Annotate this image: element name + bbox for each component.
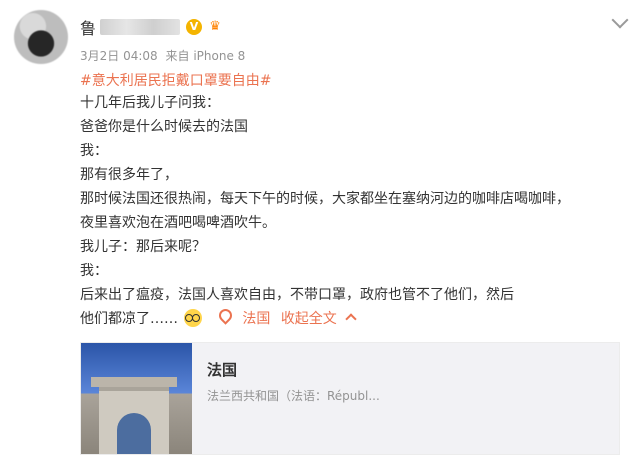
location-link[interactable]: 法国 xyxy=(216,306,275,327)
content-line: 我： xyxy=(80,263,108,279)
collapse-button[interactable]: 收起全文 xyxy=(280,311,357,327)
location-label: 法国 xyxy=(242,311,271,327)
content-line: 我： xyxy=(80,143,108,159)
collapse-label: 收起全文 xyxy=(280,311,337,327)
glasses-emoji-icon xyxy=(184,309,203,327)
post-source: 来自 iPhone 8 xyxy=(165,49,246,63)
card-subtitle: 法兰西共和国（法语：Républ... xyxy=(207,389,380,403)
content-line: 我儿子：那后来呢？ xyxy=(80,239,206,255)
content-last-text: 他们都凉了…… xyxy=(80,311,178,327)
hashtag-link[interactable]: #意大利居民拒戴口罩要自由# xyxy=(80,70,271,90)
content-line: 后来出了瘟疫，法国人喜欢自由，不带口罩，政府也管不了他们，然后 xyxy=(80,287,514,303)
verified-badge-icon: V xyxy=(186,19,203,35)
level-badge-icon: ♛ xyxy=(209,19,221,34)
chevron-up-icon xyxy=(345,313,357,325)
post-content: 十几年后我儿子问我： 爸爸你是什么时候去的法国 我： 那有很多年了， 那时候法国… xyxy=(80,91,620,331)
content-line: 十几年后我儿子问我： xyxy=(80,95,220,111)
card-title: 法国 xyxy=(207,361,238,379)
post-date[interactable]: 3月2日 04:08 xyxy=(80,49,158,63)
username[interactable]: 鲁 xyxy=(80,15,96,39)
content-line-last: 他们都凉了…… 法国 收起全文 xyxy=(80,306,620,331)
location-card[interactable]: 法国 法兰西共和国（法语：Républ... xyxy=(80,342,620,455)
username-row: 鲁 V ♛ xyxy=(80,16,224,38)
content-line: 夜里喜欢泡在酒吧喝啤酒吹牛。 xyxy=(80,215,276,231)
location-pin-icon xyxy=(216,306,235,325)
arc-de-triomphe-image xyxy=(91,377,177,454)
content-line: 那有很多年了， xyxy=(80,167,178,183)
avatar[interactable] xyxy=(14,10,68,64)
content-line: 那时候法国还很热闹，每天下午的时候，大家都坐在塞纳河边的咖啡店喝咖啡， xyxy=(80,191,570,207)
card-thumbnail xyxy=(81,343,192,454)
username-redacted xyxy=(100,19,181,35)
content-line: 爸爸你是什么时候去的法国 xyxy=(80,119,248,135)
chevron-down-icon[interactable] xyxy=(611,11,629,29)
post-meta: 3月2日 04:08 来自 iPhone 8 xyxy=(80,47,249,64)
